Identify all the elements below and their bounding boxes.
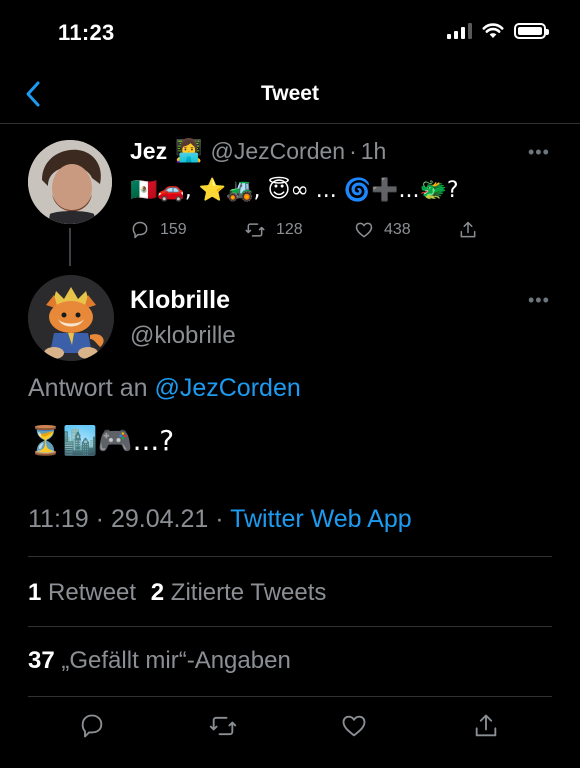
parent-tweet-text: 🇲🇽🚗, ⭐🚜, 😇∞ ... 🌀➕...🐲? (130, 178, 459, 203)
likes-stat[interactable]: 37 „Gefällt mir“-Angaben (28, 647, 291, 674)
reply-icon (132, 221, 148, 239)
jez-avatar[interactable] (28, 140, 112, 224)
parent-reply-button[interactable]: 159 (130, 220, 244, 240)
status-icons (447, 22, 549, 39)
heart-icon (342, 715, 366, 737)
retweet-icon (245, 223, 265, 237)
author-handle[interactable]: @klobrille (130, 322, 236, 350)
parent-like-button[interactable]: 438 (354, 220, 458, 240)
parent-retweet-button[interactable]: 128 (244, 220, 354, 240)
parent-more-icon[interactable]: ••• (528, 142, 550, 163)
retweet-button[interactable] (208, 712, 238, 745)
parent-share-button[interactable] (458, 220, 478, 240)
meta-separator: · (95, 505, 104, 533)
parent-author-emoji: 👩‍💻 (175, 139, 203, 164)
parent-author-handle[interactable]: @JezCorden · 1h (211, 138, 387, 165)
reply-context: Antwort an @JezCorden (28, 374, 301, 403)
share-icon (475, 714, 497, 737)
status-time: 11:23 (58, 20, 115, 45)
nav-bar: Tweet (0, 66, 580, 124)
tweet-action-bar (0, 712, 580, 752)
signal-icon (447, 22, 472, 39)
likes-stats: 37 „Gefällt mir“-Angaben (28, 647, 291, 675)
quotes-stat[interactable]: 2 Zitierte Tweets (151, 579, 327, 606)
reply-to-link[interactable]: @JezCorden (154, 374, 300, 402)
page-title: Tweet (261, 82, 319, 105)
thread-line (69, 228, 71, 266)
klobrille-avatar[interactable] (28, 275, 114, 361)
tweet-source-link[interactable]: Twitter Web App (230, 505, 412, 533)
retweets-stat[interactable]: 1 Retweet (28, 579, 136, 606)
reply-button[interactable] (78, 712, 106, 745)
parent-tweet-header: Jez 👩‍💻 @JezCorden · 1h (130, 138, 386, 165)
tweet-meta: 11:19 · 29.04.21 · Twitter Web App (28, 505, 412, 534)
retweet-quote-stats: 1 Retweet 2 Zitierte Tweets (28, 579, 326, 607)
share-icon (460, 221, 476, 238)
tweet-text: ⏳🏙️🎮...? (28, 424, 175, 457)
tweet-time: 11:19 (28, 505, 89, 533)
parent-author-name[interactable]: Jez (130, 138, 167, 165)
status-bar: 11:23 (0, 0, 580, 60)
parent-like-count: 438 (384, 221, 411, 238)
retweet-icon (209, 716, 237, 736)
divider (28, 556, 552, 557)
tweet-date: 29.04.21 (110, 505, 209, 533)
tweet-more-icon[interactable]: ••• (528, 290, 550, 311)
meta-separator: · (215, 505, 224, 533)
divider (28, 626, 552, 627)
author-name[interactable]: Klobrille (130, 286, 230, 315)
battery-icon (514, 22, 549, 39)
wifi-icon (482, 23, 504, 38)
divider (28, 696, 552, 697)
heart-icon (355, 222, 373, 238)
share-button[interactable] (472, 712, 500, 745)
parent-retweet-count: 128 (276, 221, 303, 238)
like-button[interactable] (340, 712, 368, 745)
reply-icon (81, 714, 103, 738)
parent-reply-count: 159 (160, 221, 187, 238)
reply-prefix: Antwort an (28, 374, 148, 402)
parent-tweet-actions: 159 128 438 (130, 220, 478, 240)
